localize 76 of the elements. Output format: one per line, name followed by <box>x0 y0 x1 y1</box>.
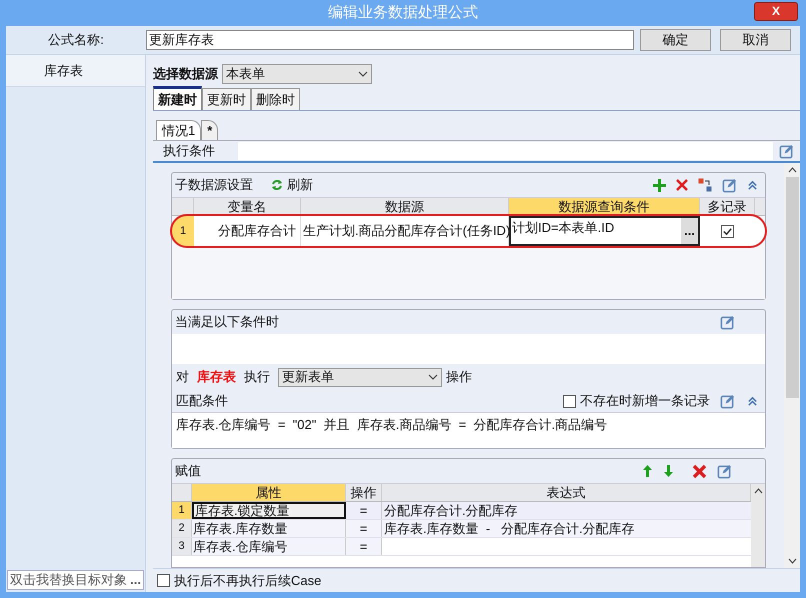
add-record-checkbox[interactable] <box>563 394 576 408</box>
edit-icon[interactable] <box>722 178 737 192</box>
scroll-up-icon[interactable] <box>788 167 796 173</box>
panel-title: 当满足以下条件时 <box>175 313 279 332</box>
column-header[interactable]: 属性 <box>192 484 346 501</box>
exec-condition-field[interactable] <box>238 142 773 160</box>
scrollbar[interactable] <box>751 484 765 567</box>
scroll-thumb[interactable] <box>786 177 798 398</box>
target-prefix: 对 <box>176 368 189 386</box>
column-header[interactable]: 数据源查询条件 <box>509 198 700 215</box>
target-table: 库存表 <box>197 367 236 387</box>
case-tab[interactable]: 情况1 <box>156 120 202 140</box>
edit-icon[interactable] <box>720 394 735 408</box>
scroll-up-icon[interactable] <box>754 488 762 494</box>
refresh-button[interactable]: 刷新 <box>271 175 313 195</box>
chevron-down-icon <box>358 71 368 77</box>
browse-button[interactable]: ... <box>130 570 141 590</box>
delete-icon[interactable] <box>692 464 707 478</box>
move-icon[interactable] <box>698 178 712 192</box>
panel-title: 赋值 <box>175 462 201 480</box>
match-label: 匹配条件 <box>176 392 228 410</box>
formula-name-field[interactable]: 更新库存表 <box>146 30 634 50</box>
target-object-field[interactable]: 双击我替换目标对象 ... <box>7 570 144 590</box>
dialog-button[interactable]: 确定 <box>640 29 711 51</box>
refresh-icon <box>271 179 283 191</box>
target-object-hint: 双击我替换目标对象 <box>10 571 127 590</box>
multi-record-checkbox[interactable] <box>721 224 734 238</box>
close-button[interactable]: X <box>754 2 798 21</box>
table-cell: 分配库存合计 <box>194 216 301 246</box>
dialog-button[interactable]: 取消 <box>720 29 791 51</box>
event-tab[interactable]: 删除时 <box>251 88 300 110</box>
delete-icon[interactable] <box>676 179 688 191</box>
data-source-dropdown[interactable]: 本表单 <box>222 64 372 84</box>
edit-icon[interactable] <box>779 144 794 158</box>
match-expression: 库存表.仓库编号 = "02" 并且 库存表.商品编号 = 分配库存合计.商品编号 <box>176 417 608 432</box>
panel-title: 子数据源设置 <box>175 176 253 194</box>
stop-case-checkbox[interactable] <box>157 574 170 587</box>
property-cell[interactable]: 库存表.锁定数量 <box>192 502 346 519</box>
property-cell[interactable]: 库存表.仓库编号 <box>192 538 346 555</box>
action-dropdown[interactable]: 更新表单 <box>278 368 442 386</box>
move-down-icon[interactable] <box>663 464 674 478</box>
event-tab[interactable]: 更新时 <box>202 88 251 110</box>
move-up-icon[interactable] <box>642 464 653 478</box>
action-suffix: 操作 <box>446 368 472 386</box>
window-title: 编辑业务数据处理公式 <box>328 2 478 23</box>
case-tab[interactable]: * <box>201 120 218 140</box>
collapse-icon[interactable] <box>747 396 758 406</box>
row-number: 1 <box>172 216 194 246</box>
operator-cell: = <box>346 502 382 519</box>
collapse-icon[interactable] <box>747 180 758 190</box>
add-icon[interactable] <box>653 178 666 192</box>
property-cell[interactable]: 库存表.库存数量 <box>192 520 346 537</box>
event-tab[interactable]: 新建时 <box>153 86 202 110</box>
add-record-label: 不存在时新增一条记录 <box>580 392 710 410</box>
stop-case-label: 执行后不再执行后续Case <box>174 572 322 590</box>
scrollbar[interactable] <box>784 163 800 568</box>
row-number: 1 <box>172 502 192 519</box>
chevron-down-icon <box>428 374 438 380</box>
row-number: 3 <box>172 538 192 555</box>
formula-name-label: 公式名称: <box>48 31 104 50</box>
exec-label: 执行 <box>244 368 270 386</box>
expression-cell-text: 分配库存合计.分配库存 <box>383 502 519 519</box>
operator-cell: = <box>346 520 382 537</box>
table-cell: 生产计划.商品分配库存合计(任务ID) <box>301 216 509 246</box>
column-header[interactable]: 操作 <box>346 484 382 501</box>
edit-icon[interactable] <box>717 464 732 478</box>
row-number: 2 <box>172 520 192 537</box>
ellipsis-button[interactable]: ... <box>681 218 698 244</box>
expression-cell-text: 库存表.库存数量 - 分配库存合计.分配库存 <box>383 520 636 537</box>
exec-condition-label: 执行条件 <box>162 142 216 160</box>
data-source-label: 选择数据源 <box>153 65 218 84</box>
scroll-down-icon[interactable] <box>788 558 796 564</box>
sidebar-item[interactable]: 库存表 <box>6 55 145 87</box>
query-condition-text: 计划ID=本表单.ID <box>511 219 614 237</box>
edit-icon[interactable] <box>720 314 735 330</box>
query-condition-field[interactable]: 计划ID=本表单.ID ... <box>509 216 700 246</box>
